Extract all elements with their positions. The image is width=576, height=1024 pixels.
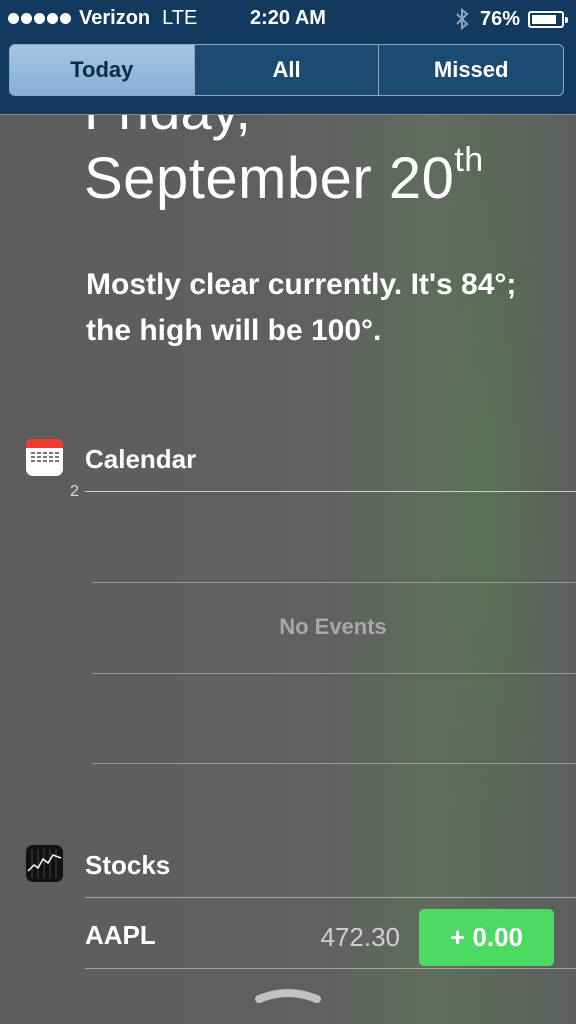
date-main: September 20 (84, 146, 455, 211)
stocks-title: Stocks (85, 850, 171, 880)
calendar-header-line (85, 491, 576, 492)
calendar-title: Calendar (85, 444, 197, 474)
calendar-hour-line (92, 763, 576, 764)
stock-price: 472.30 (320, 922, 400, 952)
status-bar: Verizon LTE 2:20 AM 76% (0, 0, 576, 38)
stocks-icon (26, 845, 63, 882)
date-suffix: th (454, 141, 484, 179)
stock-change-button[interactable]: + 0.00 (419, 909, 554, 966)
tab-missed[interactable]: Missed (378, 45, 563, 95)
date-heading: September 20th (84, 141, 484, 212)
battery-percent: 76% (479, 7, 520, 30)
bluetooth-icon (456, 7, 469, 31)
calendar-hour-line (92, 673, 576, 674)
calendar-hour-label: 2 (70, 483, 79, 500)
calendar-hour-line (92, 582, 576, 583)
day-name: Friday, (84, 115, 251, 142)
tab-all[interactable]: All (193, 45, 379, 95)
stocks-header-line (85, 897, 576, 898)
stocks-row-line (85, 968, 576, 969)
grabber-handle-icon[interactable] (255, 985, 321, 1005)
stock-symbol: AAPL (85, 920, 156, 950)
no-events-text: No Events (279, 614, 387, 639)
segmented-control: Today All Missed (9, 44, 564, 96)
background-blur (420, 150, 550, 850)
battery-icon (528, 10, 568, 28)
tab-bar-container: Today All Missed (0, 38, 576, 115)
calendar-icon (26, 439, 63, 476)
status-right: 76% (454, 7, 568, 31)
tab-today[interactable]: Today (10, 45, 194, 95)
weather-summary: Mostly clear currently. It's 84°; the hi… (86, 268, 517, 347)
